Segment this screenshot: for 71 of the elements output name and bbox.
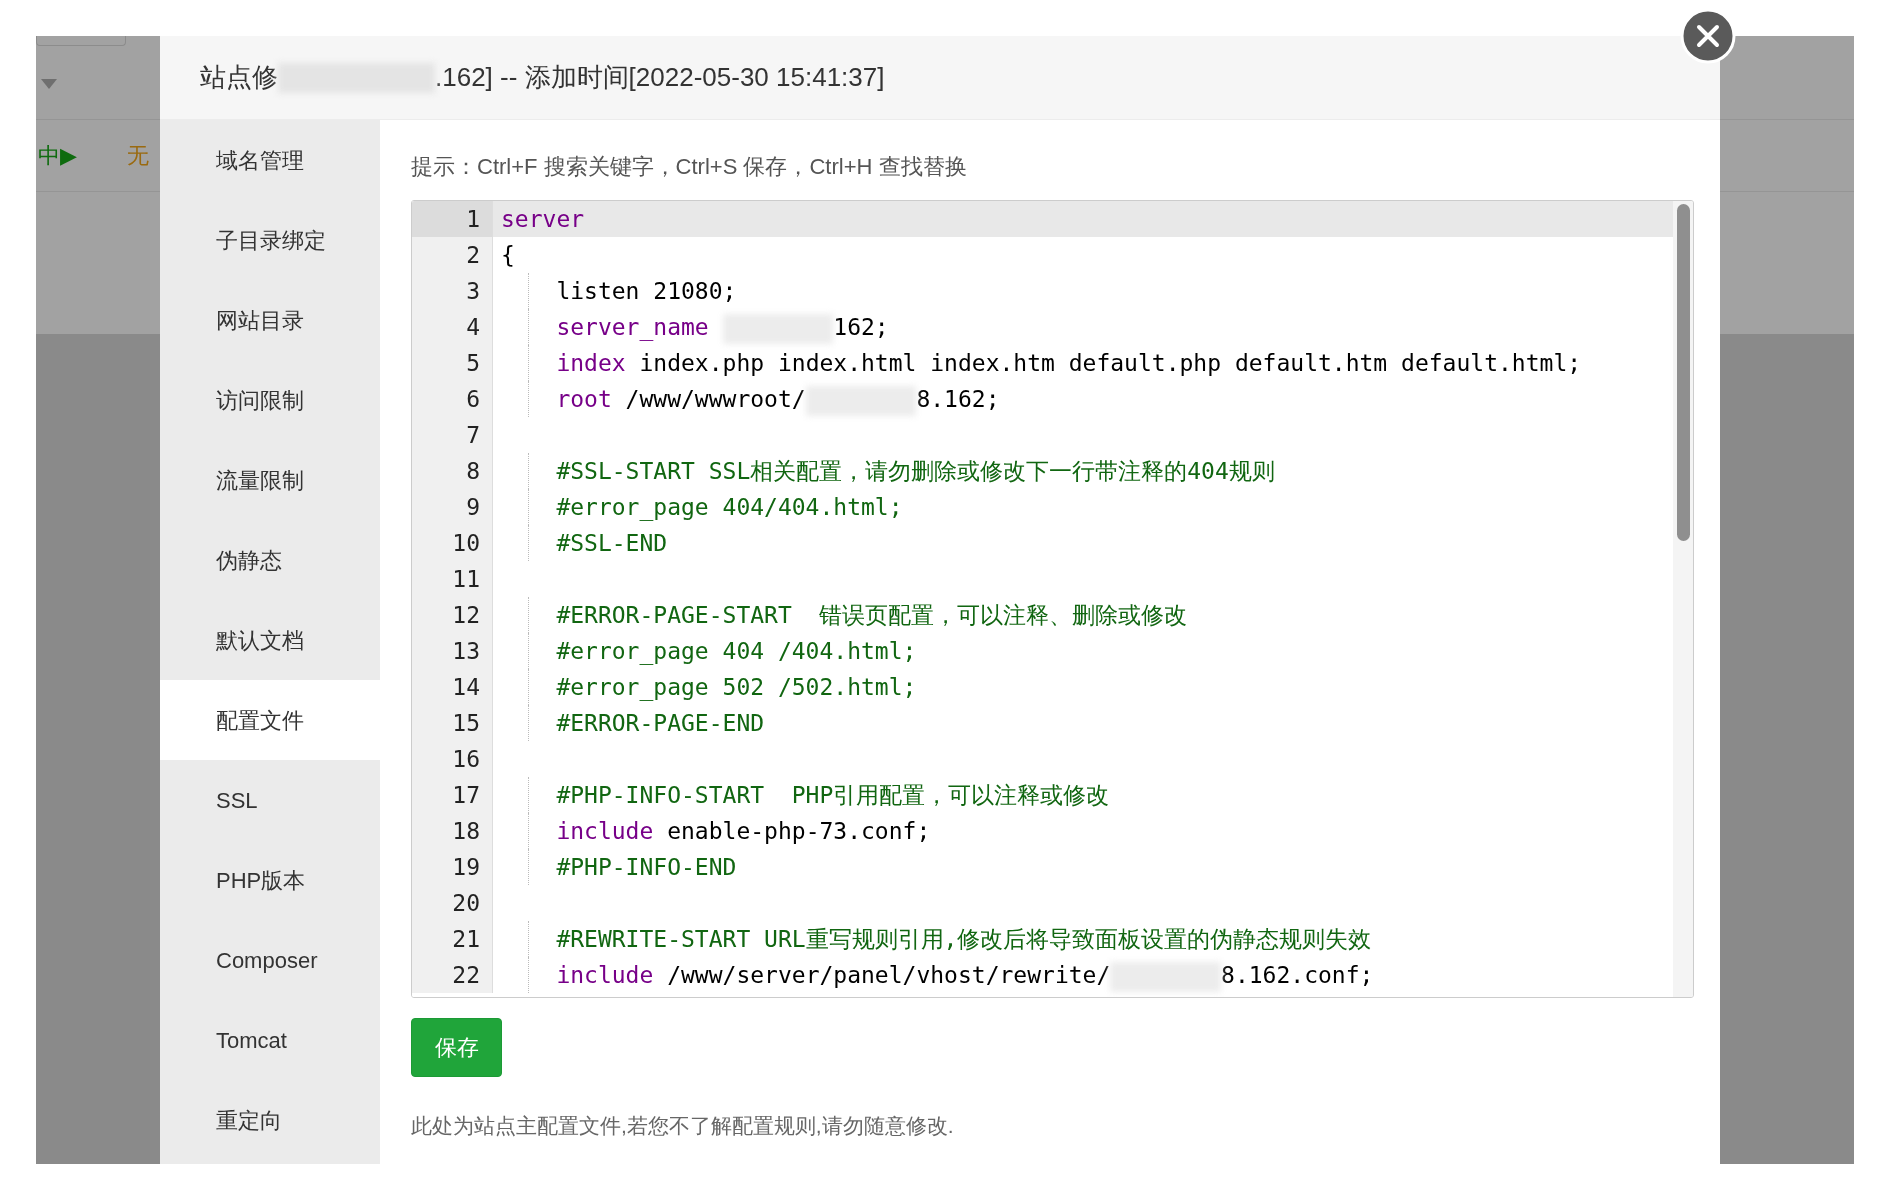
code-comment: #error_page 404/404.html; (556, 494, 903, 520)
line-number: 18 (412, 813, 493, 849)
sidebar-item[interactable]: 伪静态 (160, 520, 380, 600)
line-number: 14 (412, 669, 493, 705)
code-keyword: index (556, 350, 626, 376)
code-text: 8.162.conf; (1221, 962, 1374, 988)
line-number: 5 (412, 345, 493, 381)
line-number: 12 (412, 597, 493, 633)
sidebar-item[interactable]: SSL (160, 760, 380, 840)
code-comment: #error_page 502 /502.html; (556, 674, 917, 700)
line-number: 10 (412, 525, 493, 561)
line-number: 1 (412, 201, 493, 237)
sidebar-item[interactable]: 默认文档 (160, 600, 380, 680)
code-keyword: include (556, 818, 654, 844)
sidebar-item[interactable]: PHP版本 (160, 840, 380, 920)
sidebar-item[interactable]: 流量限制 (160, 440, 380, 520)
footnote-text: 此处为站点主配置文件,若您不了解配置规则,请勿随意修改. (411, 1113, 955, 1139)
code-comment: #REWRITE-START URL重写规则引用,修改后将导致面板设置的伪静态规则失效 (556, 926, 1372, 952)
line-number: 7 (412, 417, 493, 453)
status-text: 中▶ (38, 142, 77, 170)
code-editor[interactable] (411, 200, 1694, 998)
code-keyword: root (556, 386, 612, 412)
code-text: listen 21080; (556, 278, 737, 304)
code-keyword: server (501, 206, 585, 232)
sidebar-item[interactable]: 重定向 (160, 1080, 380, 1160)
sidebar-item[interactable]: 网站目录 (160, 280, 380, 360)
line-number: 16 (412, 741, 493, 777)
code-comment: #SSL-START SSL相关配置，请勿删除或修改下一行带注释的404规则 (556, 458, 1275, 484)
code-keyword: server_name (556, 314, 710, 340)
line-number: 11 (412, 561, 493, 597)
modal-title: 站点修 (200, 61, 278, 94)
line-number: 22 (412, 957, 493, 993)
line-number: 8 (412, 453, 493, 489)
code-comment: #ERROR-PAGE-END (556, 710, 765, 736)
sidebar-item[interactable]: 子目录绑定 (160, 200, 380, 280)
code-text: 162; (833, 314, 889, 340)
code-comment: #PHP-INFO-END (556, 854, 737, 880)
sidebar-item[interactable]: Tomcat (160, 1000, 380, 1080)
code-comment: #ERROR-PAGE-START 错误页配置，可以注释、删除或修改 (556, 602, 1188, 628)
sidebar-item[interactable]: 访问限制 (160, 360, 380, 440)
line-number: 13 (412, 633, 493, 669)
code-keyword: include (556, 962, 654, 988)
line-number: 4 (412, 309, 493, 345)
code-text: enable-php-73.conf; (666, 818, 931, 844)
line-number: 21 (412, 921, 493, 957)
code-text: index.php index.html index.htm default.php default.htm default.html; (638, 350, 1582, 376)
code-text: /www/wwwroot/ (624, 386, 806, 412)
value-text: 无 (126, 142, 149, 170)
code-comment: #error_page 404 /404.html; (556, 638, 917, 664)
line-number: 3 (412, 273, 493, 309)
sidebar-item[interactable]: Composer (160, 920, 380, 1000)
scrollbar[interactable] (1673, 201, 1693, 997)
line-number: 6 (412, 381, 493, 417)
sidebar-item[interactable]: 配置文件 (160, 680, 380, 760)
line-number: 19 (412, 849, 493, 885)
sidebar-item[interactable]: 域名管理 (160, 120, 380, 200)
code-text: /www/server/panel/vhost/rewrite/ (666, 962, 1111, 988)
code-text: 8.162; (916, 386, 1000, 412)
code-comment: #SSL-END (556, 530, 668, 556)
dropdown-caret-icon[interactable] (41, 78, 57, 89)
line-number: 2 (412, 237, 493, 273)
scrollbar-thumb[interactable] (1676, 204, 1690, 541)
close-icon[interactable] (1680, 8, 1736, 64)
code-text: { (501, 242, 515, 268)
line-number: 9 (412, 489, 493, 525)
modal-title: .162] -- 添加时间[2022-05-30 15:41:37] (435, 61, 885, 94)
code-comment: #PHP-INFO-START PHP引用配置，可以注释或修改 (556, 782, 1110, 808)
line-number: 17 (412, 777, 493, 813)
line-number: 20 (412, 885, 493, 921)
line-number: 15 (412, 705, 493, 741)
hint-text: 提示：Ctrl+F 搜索关键字，Ctrl+S 保存，Ctrl+H 查找替换 (411, 152, 967, 181)
